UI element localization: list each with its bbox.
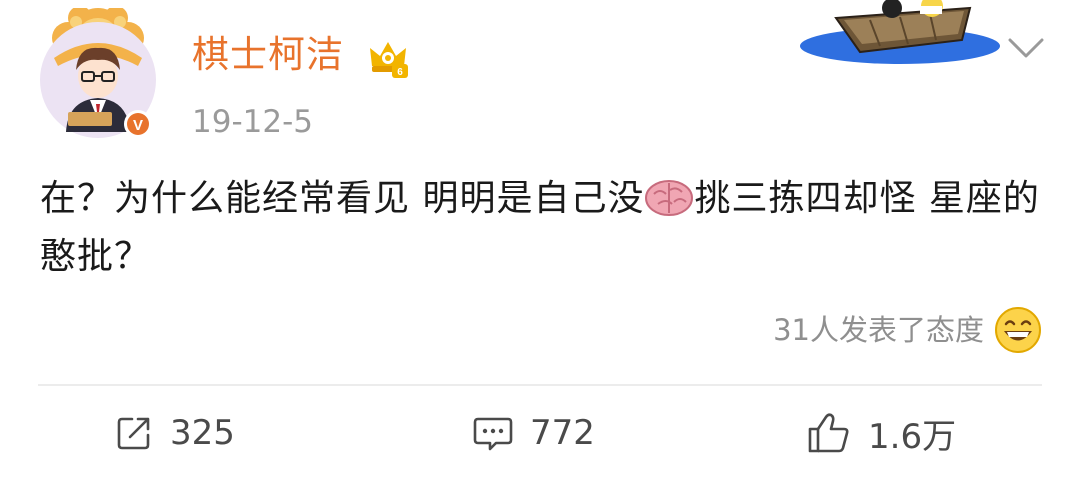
divider	[38, 384, 1042, 386]
grinning-emoji-icon[interactable]	[994, 306, 1042, 354]
post-text-part-1: 在？为什么能经常看见 明明是自己没	[40, 178, 645, 219]
share-count: 325	[170, 413, 235, 453]
vip-crown-icon[interactable]: 6	[366, 36, 410, 80]
comment-icon	[473, 417, 513, 451]
like-count: 1.6万	[868, 416, 957, 457]
username[interactable]: 棋士柯洁	[192, 33, 344, 77]
like-icon	[808, 413, 849, 453]
comment-count: 772	[530, 413, 595, 453]
share-button[interactable]: 325	[114, 408, 235, 458]
brain-emoji-icon	[645, 180, 694, 216]
svg-text:V: V	[133, 117, 143, 134]
post-text: 在？为什么能经常看见 明明是自己没 挑三拣四却怪 星座的憨批？	[40, 170, 1050, 286]
chevron-down-icon[interactable]	[1004, 32, 1048, 62]
boat-decoration	[800, 0, 1000, 64]
comment-button[interactable]: 772	[472, 408, 595, 458]
reactions-summary[interactable]: 31人发表了态度	[773, 310, 984, 350]
post-timestamp: 19-12-5	[192, 104, 313, 140]
svg-text:6: 6	[397, 67, 403, 78]
like-button[interactable]: 1.6万	[806, 408, 956, 458]
share-icon	[117, 417, 150, 450]
avatar[interactable]: V	[38, 8, 158, 138]
